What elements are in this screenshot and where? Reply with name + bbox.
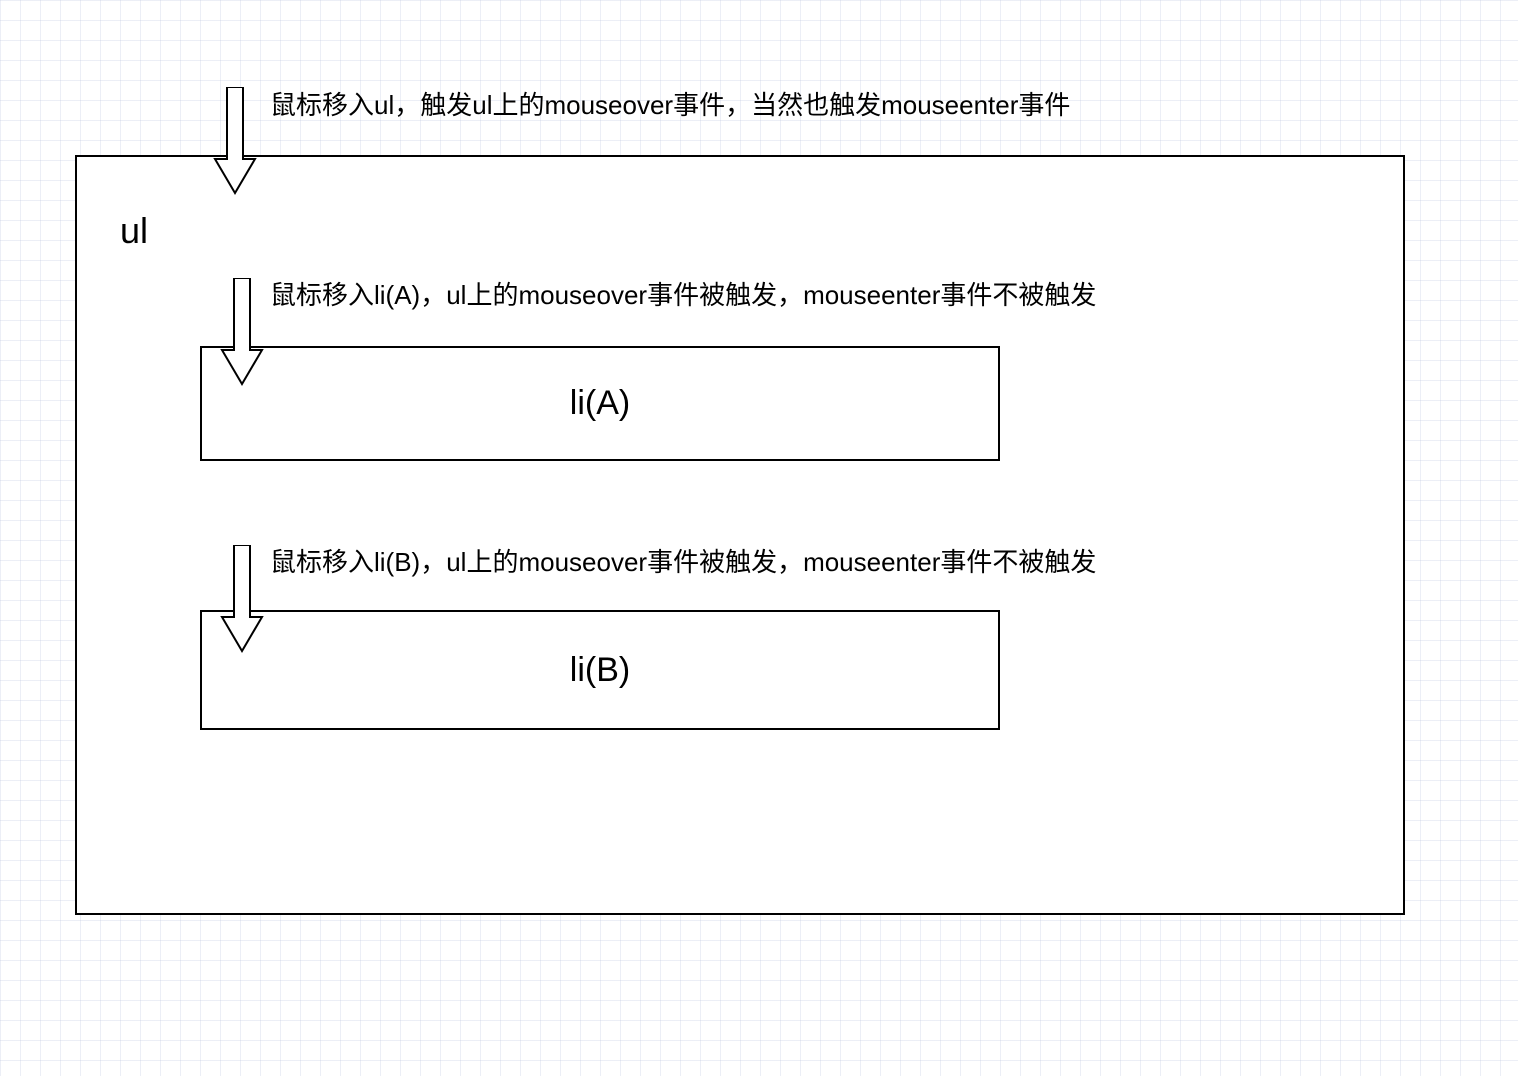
ul-container-box bbox=[75, 155, 1405, 915]
li-b-label: li(B) bbox=[570, 651, 630, 690]
annotation-enter-ul: 鼠标移入ul，触发ul上的mouseover事件，当然也触发mouseenter… bbox=[270, 85, 1070, 122]
li-a-label: li(A) bbox=[570, 384, 630, 423]
li-b-box: li(B) bbox=[200, 610, 1000, 730]
diagram-canvas: ul li(A) li(B) 鼠标移入ul，触发ul上的mouseover事件，… bbox=[0, 0, 1518, 1076]
annotation-enter-li-a: 鼠标移入li(A)，ul上的mouseover事件被触发，mouseenter事… bbox=[270, 275, 1096, 312]
arrow-down-icon bbox=[220, 278, 264, 386]
li-a-box: li(A) bbox=[200, 346, 1000, 461]
arrow-down-icon bbox=[213, 87, 257, 195]
ul-label: ul bbox=[120, 210, 148, 252]
annotation-enter-li-b: 鼠标移入li(B)，ul上的mouseover事件被触发，mouseenter事… bbox=[270, 542, 1096, 579]
arrow-down-icon bbox=[220, 545, 264, 653]
